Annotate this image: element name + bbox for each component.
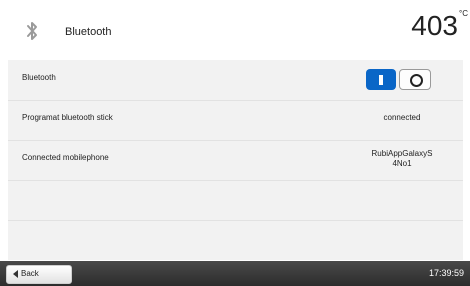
- mobilephone-name-line2: 4No1: [392, 159, 412, 168]
- bluetooth-stick-status: connected: [383, 113, 421, 122]
- back-button[interactable]: Back: [6, 265, 72, 284]
- bluetooth-label: Bluetooth: [22, 73, 56, 82]
- bluetooth-off-button[interactable]: [399, 69, 431, 90]
- on-bar-icon: [379, 75, 383, 85]
- back-arrow-icon: [13, 270, 18, 278]
- footer-bar: Back 17:39:59: [0, 261, 470, 286]
- screen: Bluetooth 403 °C Bluetooth Programat blu…: [0, 0, 470, 286]
- mobilephone-name-line1: RubiAppGalaxyS: [371, 149, 433, 158]
- mobilephone-row: Connected mobilephone RubiAppGalaxyS 4No…: [8, 140, 463, 181]
- temperature-unit: °C: [459, 9, 468, 18]
- mobilephone-value: RubiAppGalaxyS 4No1: [347, 149, 457, 169]
- bluetooth-icon: [27, 22, 37, 40]
- off-ring-icon: [410, 74, 423, 87]
- header-bar: Bluetooth 403 °C: [0, 0, 470, 55]
- settings-panel: Bluetooth Programat bluetooth stick conn…: [8, 60, 463, 260]
- empty-row-1: [8, 180, 463, 221]
- clock: 17:39:59: [428, 268, 464, 278]
- page-title: Bluetooth: [65, 26, 112, 38]
- bluetooth-stick-row: Programat bluetooth stick connected: [8, 100, 463, 141]
- back-button-label: Back: [21, 269, 39, 278]
- bluetooth-toggle-row: Bluetooth: [8, 60, 463, 101]
- temperature-readout: 403: [411, 10, 458, 41]
- bluetooth-on-button[interactable]: [366, 69, 396, 90]
- bluetooth-stick-label: Programat bluetooth stick: [22, 113, 113, 122]
- mobilephone-label: Connected mobilephone: [22, 153, 109, 162]
